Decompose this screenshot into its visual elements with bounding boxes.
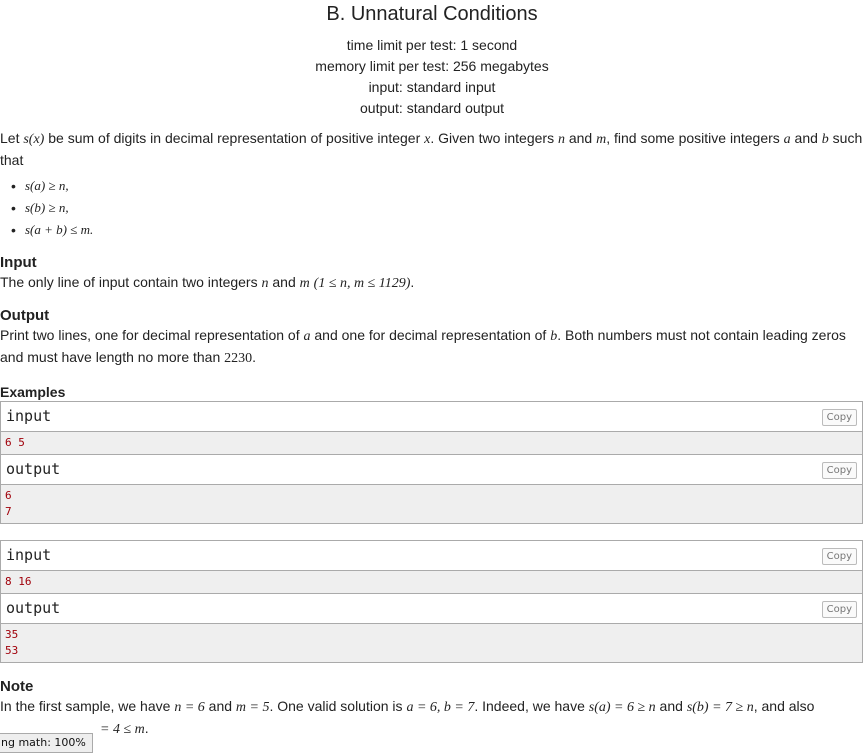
copy-button[interactable]: Copy	[821, 601, 857, 618]
list-item: • s(b) ≥ n,	[0, 197, 864, 219]
math-n: n	[261, 276, 269, 291]
output-section-text: Print two lines, one for decimal represe…	[0, 325, 864, 369]
math-solution: a = 6, b = 7	[406, 700, 475, 715]
condition-text: s(b) ≥ n,	[25, 200, 69, 215]
sample-output-header: output Copy	[1, 594, 862, 624]
note-title: Note	[0, 678, 34, 695]
math-n-value: n = 6	[174, 700, 205, 715]
math-length-limit: 2230	[224, 351, 253, 366]
copy-button[interactable]: Copy	[821, 548, 857, 565]
output-text: and one for decimal representation of	[310, 327, 551, 343]
sample-line: 6 5	[5, 436, 25, 449]
note-text-part: .	[144, 720, 149, 736]
output-text: Print two lines, one for decimal represe…	[0, 327, 304, 343]
problem-title: B. Unnatural Conditions	[326, 3, 538, 25]
sample-line: 6	[5, 489, 12, 502]
sample-input-header: input Copy	[1, 541, 862, 571]
time-limit: time limit per test: 1 second	[346, 37, 518, 53]
note-text: In the first sample, we have n = 6 and m…	[0, 696, 864, 740]
legend-text: and	[790, 130, 822, 146]
bullet-icon: •	[11, 178, 16, 194]
bullet-icon: •	[11, 222, 16, 238]
legend-text: and	[564, 130, 597, 146]
sample-output-box: output Copy 35 53	[0, 594, 863, 663]
sample-output-box: output Copy 6 7	[0, 455, 863, 524]
note-text-part: In the first sample, we have	[0, 698, 175, 714]
input-text: The only line of input contain two integ…	[0, 274, 262, 290]
sample-output-content: 6 7	[1, 485, 862, 523]
problem-header: B. Unnatural Conditions time limit per t…	[0, 3, 864, 119]
input-spec: input: standard input	[368, 79, 496, 95]
sample-output-header: output Copy	[1, 455, 862, 485]
legend-paragraph: Let s(x) be sum of digits in decimal rep…	[0, 128, 864, 171]
note-text-part: and	[655, 698, 687, 714]
math-b: b	[821, 132, 829, 147]
legend-text: . Given two integers	[430, 130, 558, 146]
copy-button[interactable]: Copy	[821, 462, 857, 479]
sample-test-1: input Copy 6 5 output Copy 6 7	[0, 401, 863, 524]
output-text: .	[252, 349, 257, 365]
math-m-value: m = 5	[235, 700, 270, 715]
conditions-list: • s(a) ≥ n, • s(b) ≥ n, • s(a + b) ≤ m.	[0, 175, 864, 241]
math-a: a	[783, 132, 791, 147]
output-label: output	[6, 460, 61, 478]
input-label: input	[6, 407, 52, 425]
examples-title: Examples	[0, 384, 66, 400]
input-section-text: The only line of input contain two integ…	[0, 272, 864, 294]
condition-text: s(a) ≥ n,	[25, 178, 69, 193]
math-m: m	[596, 132, 607, 147]
sample-input-header: input Copy	[1, 402, 862, 432]
sample-line: 35	[5, 628, 19, 641]
input-section-title: Input	[0, 254, 37, 271]
sample-input-box: input Copy 6 5	[0, 401, 863, 455]
math-constraint: (1 ≤ n, m ≤ 1129)	[313, 276, 411, 291]
list-item: • s(a + b) ≤ m.	[0, 219, 864, 241]
input-label: input	[6, 546, 52, 564]
problem-limits: time limit per test: 1 second memory lim…	[0, 35, 864, 119]
sample-test-2: input Copy 8 16 output Copy 35 53	[0, 540, 863, 663]
sample-output-content: 35 53	[1, 624, 862, 662]
note-text-part: . One valid solution is	[269, 698, 407, 714]
sample-line: 8 16	[5, 575, 32, 588]
memory-limit: memory limit per test: 256 megabytes	[315, 58, 549, 74]
output-spec: output: standard output	[360, 100, 504, 116]
input-text: .	[410, 274, 415, 290]
legend-text: be sum of digits in decimal representati…	[44, 130, 425, 146]
legend-text: Let	[0, 130, 24, 146]
list-item: • s(a) ≥ n,	[0, 175, 864, 197]
condition-text: s(a + b) ≤ m.	[25, 222, 94, 237]
output-section-title: Output	[0, 307, 50, 324]
sample-line: 7	[5, 505, 12, 518]
math-sa: s(a) = 6 ≥ n	[588, 700, 656, 715]
legend-text: , find some positive integers	[606, 130, 784, 146]
sample-input-content: 6 5	[1, 432, 862, 454]
bullet-icon: •	[11, 200, 16, 216]
sample-input-content: 8 16	[1, 571, 862, 593]
input-text: and	[268, 274, 300, 290]
math-m: m	[299, 276, 310, 291]
sample-line: 53	[5, 644, 19, 657]
output-label: output	[6, 599, 61, 617]
math-s-x: s(x)	[23, 132, 45, 147]
math-loading-status: ng math: 100%	[0, 733, 93, 753]
note-text-part: , and also	[753, 698, 815, 714]
sample-input-box: input Copy 8 16	[0, 540, 863, 594]
copy-button[interactable]: Copy	[821, 409, 857, 426]
note-text-part: and	[204, 698, 236, 714]
math-a: a	[303, 329, 311, 344]
note-text-part: . Indeed, we have	[474, 698, 589, 714]
math-sb: s(b) = 7 ≥ n	[686, 700, 754, 715]
problem-statement: B. Unnatural Conditions time limit per t…	[0, 3, 864, 740]
math-n: n	[557, 132, 565, 147]
math-sab: = 4 ≤ m	[100, 722, 145, 737]
